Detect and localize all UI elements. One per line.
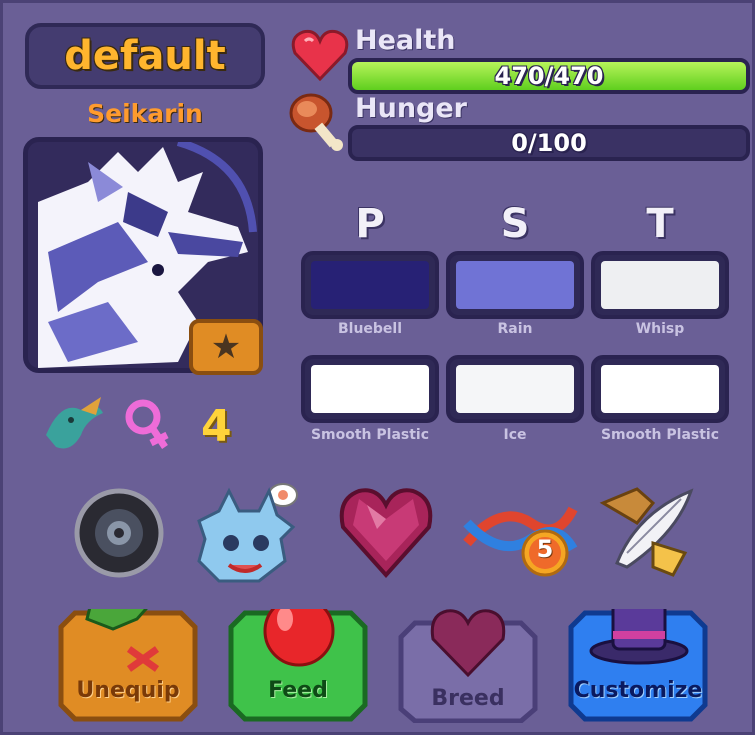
customize-label: Customize: [573, 678, 703, 703]
favorite-star-button[interactable]: ★: [189, 319, 263, 375]
primary-material-name: Smooth Plastic: [310, 427, 430, 443]
dragon-type-icon: [46, 397, 103, 449]
dragon-info-panel: default Seikarin ★ 4 Health 470/470 Hung…: [0, 0, 755, 735]
health-bar: 470/470: [348, 58, 750, 94]
feed-button-shape: [228, 609, 368, 722]
material-fill: [311, 365, 429, 413]
dragon-name: default: [64, 33, 226, 79]
customize-button[interactable]: Customize: [567, 609, 709, 723]
heart-gem-icon[interactable]: [337, 485, 435, 579]
unequip-label: Unequip: [76, 678, 180, 703]
material-fill: [456, 365, 574, 413]
dragon-level: 4: [201, 401, 232, 452]
primary-material-swatch[interactable]: [301, 355, 439, 423]
unequip-button-shape: [58, 609, 198, 722]
hunger-value: 0/100: [511, 129, 587, 157]
primary-color-header: P: [355, 201, 385, 247]
customize-button-shape: [568, 609, 708, 722]
breed-button[interactable]: Breed: [397, 609, 539, 723]
feed-button[interactable]: Feed: [227, 609, 369, 723]
tertiary-color-header: T: [646, 201, 674, 247]
color-fill: [311, 261, 429, 309]
dragon-name-box[interactable]: default: [25, 23, 265, 89]
health-value: 470/470: [494, 62, 604, 90]
star-icon: ★: [210, 327, 242, 367]
heart-icon: [291, 29, 349, 81]
hunger-bar: 0/100: [348, 125, 750, 161]
primary-color-name: Bluebell: [337, 321, 403, 337]
unequip-button[interactable]: Unequip: [57, 609, 199, 723]
ring-accessory-icon[interactable]: [73, 487, 165, 579]
material-fill: [601, 365, 719, 413]
color-fill: [456, 261, 574, 309]
primary-color-swatch[interactable]: [301, 251, 439, 319]
hunger-label: Hunger: [355, 93, 467, 124]
dna-icon[interactable]: [461, 493, 579, 579]
secondary-color-swatch[interactable]: [446, 251, 584, 319]
tertiary-color-name: Whisp: [635, 321, 685, 337]
tertiary-color-swatch[interactable]: [591, 251, 729, 319]
color-fill: [601, 261, 719, 309]
tertiary-material-name: Smooth Plastic: [600, 427, 720, 443]
female-symbol-icon: [125, 399, 169, 449]
tertiary-material-swatch[interactable]: [591, 355, 729, 423]
secondary-material-name: Ice: [503, 427, 527, 443]
secondary-material-swatch[interactable]: [446, 355, 584, 423]
feed-label: Feed: [268, 678, 328, 703]
feather-quill-icon[interactable]: [597, 483, 699, 581]
secondary-color-name: Rain: [497, 321, 533, 337]
secondary-color-header: S: [500, 201, 530, 247]
health-label: Health: [355, 25, 456, 56]
dna-count: 5: [536, 535, 554, 563]
meat-drumstick-icon: [289, 93, 343, 151]
species-name: Seikarin: [87, 99, 203, 128]
breed-label: Breed: [431, 686, 505, 711]
hungry-pet-icon[interactable]: [189, 481, 301, 587]
